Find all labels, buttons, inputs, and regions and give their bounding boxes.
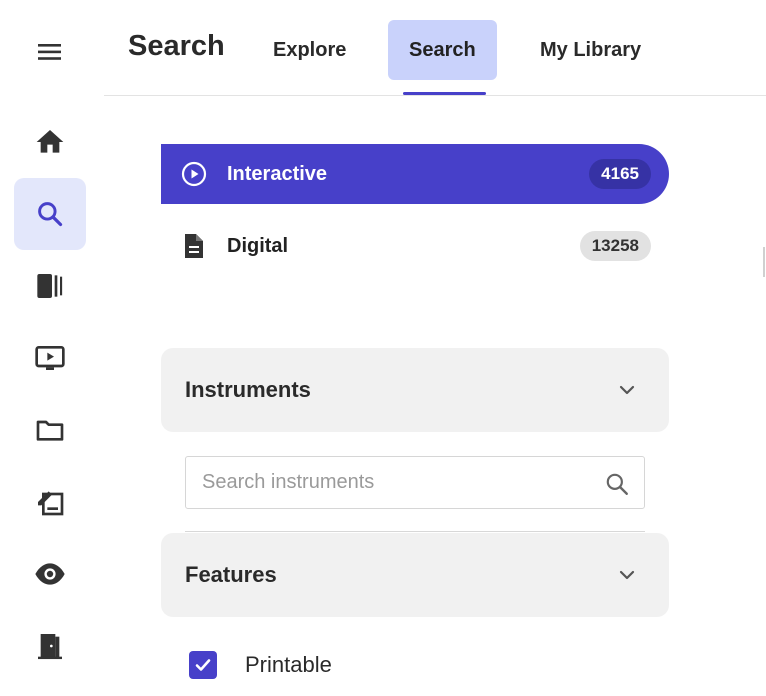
edit-document-icon [38,491,64,516]
folder-icon [36,420,64,441]
play-circle-icon [181,161,207,187]
checkmark-icon [195,659,211,671]
tab-explore[interactable]: Explore [252,20,367,80]
rail-view-button[interactable] [14,538,86,610]
exit-door-icon [38,634,62,660]
chevron-down-icon [619,385,635,395]
chevron-down-icon [619,570,635,580]
active-tab-indicator [403,92,486,95]
tab-my-library[interactable]: My Library [519,20,662,80]
eye-icon [35,563,65,585]
rail-search-button[interactable] [14,178,86,250]
menu-button[interactable] [30,32,70,72]
search-icon[interactable] [604,471,630,497]
instrument-search-input[interactable] [186,457,586,508]
divider [185,531,645,532]
printable-checkbox[interactable] [189,651,217,679]
type-count-badge: 4165 [589,159,651,189]
type-item-digital[interactable]: Digital 13258 [161,216,669,276]
facet-instruments-header[interactable]: Instruments [161,348,669,432]
home-icon [36,130,64,153]
side-navigation-rail [0,0,104,696]
feature-option-label: Printable [245,652,332,677]
rail-folder-button[interactable] [14,394,86,466]
rail-exit-button[interactable] [14,610,86,682]
search-icon [38,202,63,227]
type-label: Interactive [227,162,328,185]
type-label: Digital [227,234,289,257]
hamburger-menu-icon [38,44,61,60]
facet-features-header[interactable]: Features [161,533,669,617]
instrument-search-box [185,456,645,509]
video-screen-icon [35,346,65,370]
facet-title: Instruments [185,377,311,402]
top-bar: Search Explore Search My Library [104,0,766,96]
tab-search[interactable]: Search [388,20,497,80]
document-icon [181,233,207,259]
books-icon [37,274,63,298]
facet-title: Features [185,562,277,587]
rail-books-button[interactable] [14,250,86,322]
rail-home-button[interactable] [14,106,86,178]
panel-edge [763,247,765,277]
type-item-interactive[interactable]: Interactive 4165 [161,144,669,204]
page-title: Search [128,30,225,62]
feature-option-printable[interactable]: Printable [189,650,332,680]
rail-edit-button[interactable] [14,466,86,538]
rail-videos-button[interactable] [14,322,86,394]
type-count-badge: 13258 [579,231,651,261]
